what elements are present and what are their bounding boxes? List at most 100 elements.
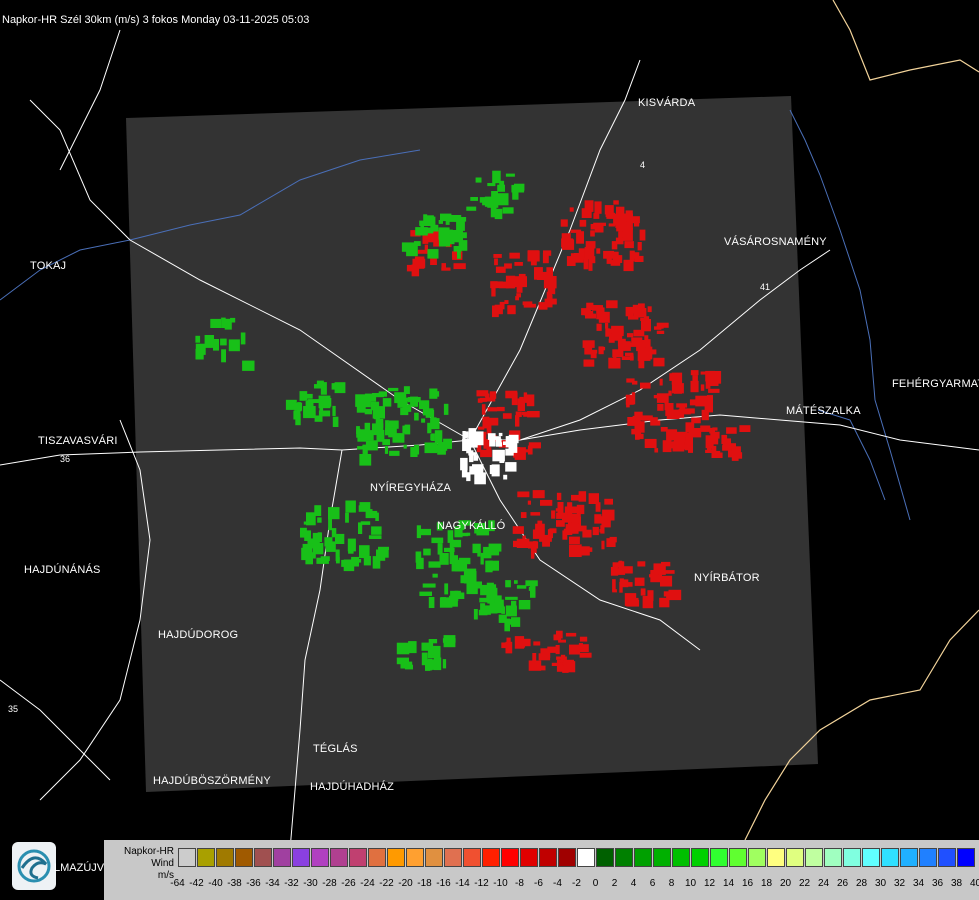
legend-tick: -30 <box>303 878 318 889</box>
legend-swatch <box>406 848 424 867</box>
legend-swatch <box>425 848 443 867</box>
legend-swatch <box>957 848 975 867</box>
svg-text:36: 36 <box>60 454 70 464</box>
legend-swatch <box>710 848 728 867</box>
legend-tick: 2 <box>611 878 618 889</box>
legend-tick: -6 <box>534 878 543 889</box>
legend-swatch <box>843 848 861 867</box>
legend-tick: -16 <box>436 878 451 889</box>
svg-text:35: 35 <box>8 704 18 714</box>
legend-tick: -8 <box>515 878 524 889</box>
legend-tick: 10 <box>684 878 697 889</box>
legend-swatch <box>691 848 709 867</box>
legend-swatch <box>596 848 614 867</box>
legend-tick: 6 <box>649 878 656 889</box>
city-label-fehergyarmat: FEHÉRGYARMAT <box>892 378 979 390</box>
city-label-nyiregyhaza: NYÍREGYHÁZA <box>370 482 452 494</box>
city-label-nyirbator: NYÍRBÁTOR <box>694 572 760 584</box>
svg-text:41: 41 <box>760 282 770 292</box>
legend-tick: -36 <box>246 878 261 889</box>
legend-swatch <box>634 848 652 867</box>
legend-swatch <box>558 848 576 867</box>
city-label-mateszalka: MÁTÉSZALKA <box>786 405 861 417</box>
legend-swatch <box>615 848 633 867</box>
city-label-tokaj: TOKAJ <box>30 260 67 272</box>
city-label-hajduhadhaz: HAJDÚHADHÁZ <box>310 781 395 793</box>
city-label-nagykallo: NAGYKÁLLÓ <box>437 520 506 532</box>
map-title: Napkor-HR Szél 30km (m/s) 3 fokos Monday… <box>2 14 310 26</box>
city-label-hajdudorog: HAJDÚDOROG <box>158 629 239 641</box>
legend-swatch <box>748 848 766 867</box>
city-label-teglas: TÉGLÁS <box>313 743 358 755</box>
legend-tick: 26 <box>836 878 849 889</box>
city-label-hajduboszormeny: HAJDÚBÖSZÖRMÉNY <box>153 775 271 787</box>
legend-swatch <box>197 848 215 867</box>
radar-map: 4 41 36 35 <box>0 0 979 900</box>
legend-title-line2: Wind <box>151 858 174 869</box>
legend-tick: 18 <box>760 878 773 889</box>
legend-swatch <box>577 848 595 867</box>
city-label-vasarosnameny: VÁSÁROSNAMÉNY <box>724 236 827 248</box>
legend-swatch <box>482 848 500 867</box>
legend-swatch <box>729 848 747 867</box>
city-label-hajdunanas: HAJDÚNÁNÁS <box>24 564 101 576</box>
legend-swatch <box>900 848 918 867</box>
svg-text:4: 4 <box>640 160 645 170</box>
logo-icon <box>12 842 56 890</box>
legend-tick: -2 <box>572 878 581 889</box>
legend-swatch <box>862 848 880 867</box>
legend-swatch <box>235 848 253 867</box>
legend-tick: 12 <box>703 878 716 889</box>
legend-swatch <box>881 848 899 867</box>
legend-swatch <box>178 848 196 867</box>
legend-swatch <box>786 848 804 867</box>
legend-swatch <box>672 848 690 867</box>
legend-tick: 40 <box>969 878 979 889</box>
legend-swatch <box>311 848 329 867</box>
legend-swatch <box>919 848 937 867</box>
legend-tick: -32 <box>284 878 299 889</box>
legend-swatch <box>254 848 272 867</box>
legend-swatch <box>805 848 823 867</box>
legend-tick: -28 <box>322 878 337 889</box>
legend-tick: -18 <box>417 878 432 889</box>
legend-tick: 38 <box>950 878 963 889</box>
legend-swatch <box>520 848 538 867</box>
legend-swatch <box>501 848 519 867</box>
legend-tick: 4 <box>630 878 637 889</box>
legend-tick: -22 <box>379 878 394 889</box>
legend-tick: 20 <box>779 878 792 889</box>
legend-tick: -40 <box>208 878 223 889</box>
legend-title: Napkor-HR Wind m/s <box>104 846 174 882</box>
legend-swatch <box>653 848 671 867</box>
legend-tick: 28 <box>855 878 868 889</box>
legend-swatch <box>387 848 405 867</box>
legend-tick: 14 <box>722 878 735 889</box>
city-label-kisvarda: KISVÁRDA <box>638 97 696 109</box>
legend-tick: 0 <box>592 878 599 889</box>
legend-tick: 36 <box>931 878 944 889</box>
legend-swatches <box>178 848 976 867</box>
legend-tick: -12 <box>474 878 489 889</box>
legend-title-line3: m/s <box>157 870 174 881</box>
legend-swatch <box>349 848 367 867</box>
legend-tick: 16 <box>741 878 754 889</box>
legend-tick: 30 <box>874 878 887 889</box>
legend-tick: -34 <box>265 878 280 889</box>
legend-tick: -64 <box>170 878 185 889</box>
legend-swatch <box>273 848 291 867</box>
legend-tick: 24 <box>817 878 830 889</box>
legend-tick: -26 <box>341 878 356 889</box>
legend-tick: -10 <box>493 878 508 889</box>
legend-swatch <box>539 848 557 867</box>
color-legend: Napkor-HR Wind m/s -64 -42 -40 -38 -36 -34 -32… <box>104 840 979 900</box>
legend-tick: -38 <box>227 878 242 889</box>
legend-tick: 34 <box>912 878 925 889</box>
legend-tick-labels: -64 -42 -40 -38 -36 -34 -32 -30 -28 -26 -24 -22 -20-… <box>168 878 979 889</box>
legend-tick: -20 <box>398 878 413 889</box>
city-label-tiszavasvari: TISZAVASVÁRI <box>38 435 118 447</box>
legend-swatch <box>444 848 462 867</box>
legend-swatch <box>330 848 348 867</box>
legend-tick: 8 <box>668 878 675 889</box>
legend-tick: -14 <box>455 878 470 889</box>
